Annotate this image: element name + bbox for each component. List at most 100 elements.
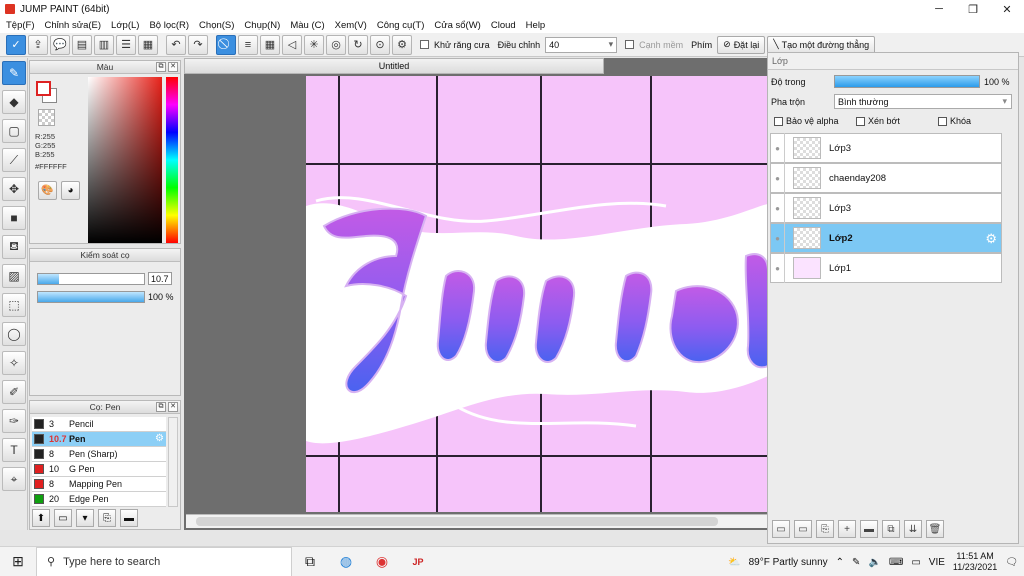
layer-opacity-slider[interactable]: [834, 75, 980, 88]
blend-mode-select[interactable]: Bình thường: [834, 94, 1012, 109]
canvas-horizontal-scrollbar[interactable]: [186, 514, 768, 528]
cloud-check-icon[interactable]: ✓: [6, 34, 26, 55]
brush-row[interactable]: 10 G Pen: [32, 462, 166, 477]
bucket-tool-icon[interactable]: ⛾: [2, 235, 26, 259]
brush-tool-icon[interactable]: ⟋: [2, 148, 26, 172]
new-layer-alt-icon[interactable]: ▭: [794, 520, 812, 538]
copy-layer-icon[interactable]: ⧉: [882, 520, 900, 538]
new-layer-icon[interactable]: ▭: [772, 520, 790, 538]
reset-button[interactable]: ⊘ Đặt lại: [717, 35, 766, 54]
menu-file[interactable]: Tệp(F): [6, 20, 35, 31]
comment-icon[interactable]: 💬: [50, 34, 70, 55]
menu-color[interactable]: Màu (C): [290, 20, 324, 31]
grid-settings-icon[interactable]: ▦: [138, 34, 158, 55]
new-folder-icon[interactable]: ▬: [860, 520, 878, 538]
brush-size-slider[interactable]: [37, 273, 145, 285]
visibility-icon[interactable]: ●: [771, 193, 785, 223]
merge-layer-icon[interactable]: ⇊: [904, 520, 922, 538]
brush-settings-icon[interactable]: ⚙: [155, 433, 164, 444]
panel-popout-icon[interactable]: ⧉: [156, 62, 166, 72]
select-pen-tool-icon[interactable]: ✐: [2, 380, 26, 404]
edge-browser-icon[interactable]: ◍: [328, 547, 364, 576]
undo-icon[interactable]: ↶: [166, 34, 186, 55]
brush-menu-icon[interactable]: ▾: [76, 509, 94, 527]
weather-text[interactable]: 89°F Partly sunny: [749, 557, 828, 568]
layer-row[interactable]: ● Lớp3: [770, 193, 1002, 223]
adjust-select[interactable]: 40: [545, 36, 618, 53]
language-indicator[interactable]: VIE: [929, 557, 945, 568]
straight-line-button[interactable]: ╲ Tạo một đường thẳng: [767, 35, 876, 54]
document-icon[interactable]: ▥: [94, 34, 114, 55]
saturation-value-picker[interactable]: [88, 77, 162, 243]
panel-close-icon[interactable]: ✕: [168, 402, 178, 412]
rect-select-tool-icon[interactable]: ▢: [2, 119, 26, 143]
snap-grid-icon[interactable]: ▦: [260, 34, 280, 55]
lasso-tool-icon[interactable]: ◯: [2, 322, 26, 346]
chrome-browser-icon[interactable]: ◉: [364, 547, 400, 576]
visibility-icon[interactable]: ●: [771, 223, 785, 253]
hue-slider[interactable]: [166, 77, 178, 243]
menu-edit[interactable]: Chỉnh sửa(E): [45, 20, 102, 31]
brush-list-scrollbar[interactable]: [168, 417, 178, 507]
duplicate-layer-icon[interactable]: ⎘: [816, 520, 834, 538]
document-tab[interactable]: Untitled: [184, 58, 604, 74]
lock-checkbox[interactable]: Khóa: [938, 116, 971, 126]
volume-icon[interactable]: 🔈: [868, 557, 880, 568]
message-icon[interactable]: ▤: [72, 34, 92, 55]
clipping-checkbox[interactable]: Xén bớt: [856, 116, 900, 126]
layer-settings-icon[interactable]: ⚙: [985, 231, 997, 247]
text-tool-icon[interactable]: T: [2, 438, 26, 462]
visibility-icon[interactable]: ●: [771, 133, 785, 163]
windows-start-icon[interactable]: ⊞: [0, 547, 36, 576]
soft-edge-checkbox[interactable]: [625, 40, 635, 49]
delete-layer-icon[interactable]: 🗑: [926, 520, 944, 538]
fill-rect-tool-icon[interactable]: ■: [2, 206, 26, 230]
taskbar-search-box[interactable]: ⚲ Type here to search: [36, 546, 292, 576]
snap-parallel-icon[interactable]: ≡: [238, 34, 258, 55]
layer-row[interactable]: ● Lớp3: [770, 133, 1002, 163]
snap-off-icon[interactable]: ⃠: [216, 34, 236, 55]
list-icon[interactable]: ☰: [116, 34, 136, 55]
minimize-button[interactable]: ─: [922, 0, 956, 18]
chevron-up-icon[interactable]: ⌃: [836, 557, 844, 568]
menu-help[interactable]: Help: [526, 20, 546, 31]
antialias-checkbox[interactable]: [420, 40, 429, 49]
menu-layer[interactable]: Lớp(L): [111, 20, 139, 31]
brush-row-selected[interactable]: 10.7 Pen ⚙: [32, 432, 166, 447]
close-button[interactable]: ✕: [990, 0, 1024, 18]
panel-close-icon[interactable]: ✕: [168, 62, 178, 72]
gradient-tool-icon[interactable]: ▨: [2, 264, 26, 288]
color-picker-icon[interactable]: ◕: [61, 181, 80, 200]
menu-tools[interactable]: Công cụ(T): [377, 20, 425, 31]
snap-settings-icon[interactable]: ⚙: [392, 34, 412, 55]
snap-ellipse-icon[interactable]: ⊙: [370, 34, 390, 55]
task-view-icon[interactable]: ⧉: [292, 547, 328, 576]
add-layer-menu-icon[interactable]: +: [838, 520, 856, 538]
brush-size-input[interactable]: 10.7: [148, 272, 172, 285]
pen-tray-icon[interactable]: ✎: [852, 557, 860, 568]
menu-filter[interactable]: Bộ lọc(R): [149, 20, 189, 31]
menu-window[interactable]: Cửa sổ(W): [434, 20, 480, 31]
select-tool-icon[interactable]: ⬚: [2, 293, 26, 317]
notifications-icon[interactable]: 🗨: [1005, 557, 1018, 568]
maximize-button[interactable]: ❐: [956, 0, 990, 18]
select-eraser-tool-icon[interactable]: ✑: [2, 409, 26, 433]
eraser-tool-icon[interactable]: ◆: [2, 90, 26, 114]
visibility-icon[interactable]: ●: [771, 163, 785, 193]
menu-cloud[interactable]: Cloud: [491, 20, 516, 31]
visibility-icon[interactable]: ●: [771, 253, 785, 283]
brush-row[interactable]: 8 Pen (Sharp): [32, 447, 166, 462]
transparent-color-swatch[interactable]: [38, 109, 55, 126]
layer-row[interactable]: ● chaenday208: [770, 163, 1002, 193]
pen-tool-icon[interactable]: ✎: [2, 61, 26, 85]
brush-copy-icon[interactable]: ⎘: [98, 509, 116, 527]
magic-wand-tool-icon[interactable]: ✧: [2, 351, 26, 375]
brush-row[interactable]: 20 Edge Pen: [32, 492, 166, 507]
menu-select[interactable]: Chọn(S): [199, 20, 234, 31]
brush-row[interactable]: 8 Mapping Pen: [32, 477, 166, 492]
layer-row[interactable]: ● Lớp1: [770, 253, 1002, 283]
protect-alpha-checkbox[interactable]: Bảo vệ alpha: [774, 116, 839, 126]
eyedropper-tool-icon[interactable]: ⌖: [2, 467, 26, 491]
snap-radial-icon[interactable]: ✳: [304, 34, 324, 55]
keyboard-icon[interactable]: ⌨: [889, 557, 903, 568]
